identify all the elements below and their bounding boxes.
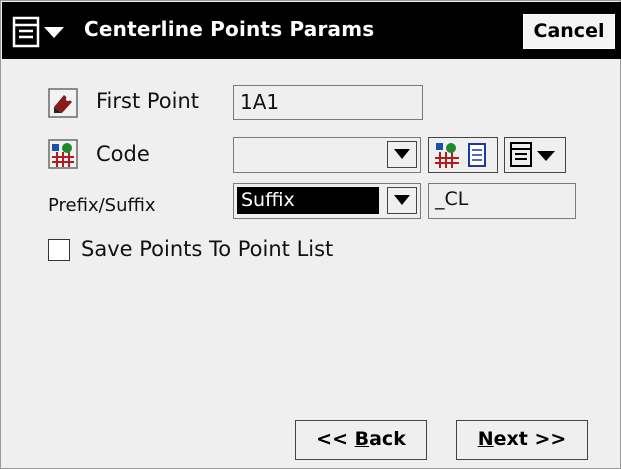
- code-icon-button[interactable]: [48, 139, 78, 169]
- next-accel: N: [477, 428, 494, 450]
- code-dropdown-button[interactable]: [387, 141, 417, 168]
- dialog-window: Centerline Points Params Cancel First Po…: [0, 0, 621, 469]
- prefix-suffix-dropdown-button[interactable]: [387, 187, 417, 214]
- chevron-down-icon: [394, 195, 410, 205]
- save-points-label: Save Points To Point List: [81, 237, 334, 261]
- pencil-point-icon: [48, 88, 78, 118]
- prefix-suffix-select[interactable]: Suffix: [233, 183, 421, 219]
- code-label: Code: [96, 142, 150, 166]
- prefix-suffix-label: Prefix/Suffix: [48, 195, 156, 216]
- dialog-title: Centerline Points Params: [84, 17, 375, 41]
- back-prefix: <<: [316, 428, 355, 450]
- chevron-down-icon: [394, 149, 410, 159]
- back-accel: B: [354, 428, 370, 450]
- code-list-button[interactable]: [428, 137, 498, 173]
- next-button[interactable]: Next >>: [456, 420, 588, 460]
- save-points-checkbox[interactable]: [48, 239, 70, 261]
- prefix-suffix-select-value: Suffix: [241, 189, 295, 211]
- next-rest: ext >>: [493, 428, 567, 450]
- menu-icon: [12, 16, 64, 48]
- first-point-icon-button[interactable]: [48, 88, 78, 118]
- code-list-icon: [435, 143, 486, 168]
- back-rest: ack: [369, 428, 406, 450]
- code-icon: [48, 139, 78, 169]
- dropdown-menu-icon: [510, 142, 555, 167]
- code-select[interactable]: [233, 137, 421, 173]
- cancel-button[interactable]: Cancel: [523, 14, 615, 49]
- code-menu-button[interactable]: [504, 137, 566, 173]
- menu-button[interactable]: [12, 16, 70, 48]
- back-button[interactable]: << Back: [295, 420, 427, 460]
- title-bar: Centerline Points Params Cancel: [2, 2, 621, 59]
- first-point-label: First Point: [96, 89, 200, 113]
- first-point-input[interactable]: 1A1: [233, 85, 423, 120]
- suffix-input[interactable]: _CL: [428, 183, 576, 219]
